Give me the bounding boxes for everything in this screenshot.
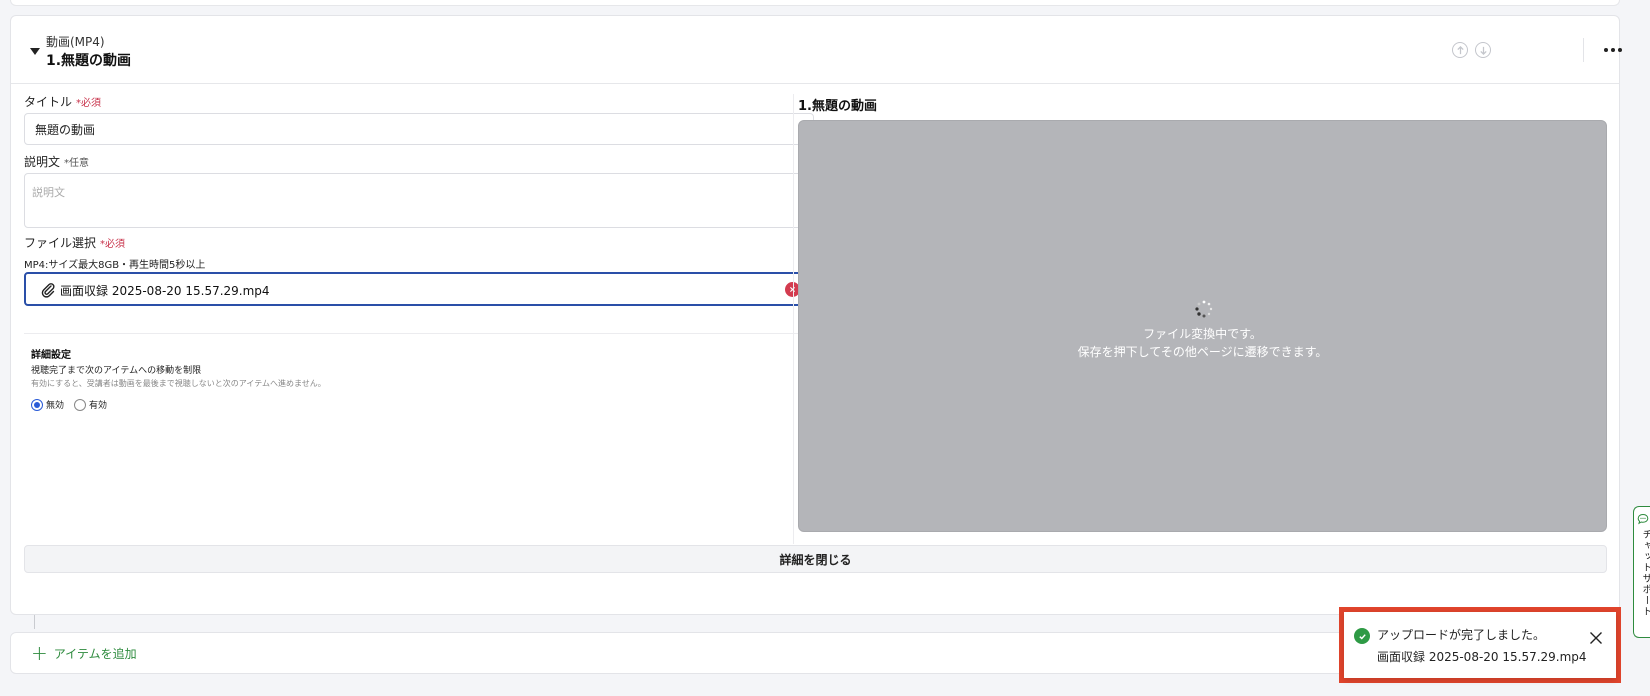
required-mark: *必須 [100,239,126,250]
collapse-caret-icon[interactable] [30,48,40,55]
chat-support-label: チャットサポート [1640,529,1650,617]
conversion-status-line2: 保存を押下してその他ページに遷移できます。 [1077,345,1328,359]
plus-icon: + [31,641,48,665]
move-up-icon[interactable] [1452,42,1468,58]
item-title: 1.無題の動画 [46,53,132,69]
advanced-settings-description: 有効にすると、受講者は動画を最後まで視聴しないと次のアイテムへ進めません。 [31,379,326,388]
loading-spinner-icon [1195,300,1213,318]
section-divider [24,333,814,334]
previous-card-edge [10,0,1620,6]
upload-complete-toast: アップロードが完了しました。 画面収録 2025-08-20 15.57.29.… [1344,612,1616,678]
selected-file-name: 画面収録 2025-08-20 15.57.29.mp4 [60,284,270,298]
description-label-text: 説明文 [24,155,61,169]
radio-button-selected[interactable] [31,398,43,411]
advanced-settings-subtitle: 視聴完了まで次のアイテムへの移動を制限 [31,366,202,376]
conversion-status-line1: ファイル変換中です。 [1143,327,1262,341]
add-item-label: アイテムを追加 [53,646,137,661]
chat-bubble-icon [1637,513,1649,525]
description-textarea[interactable]: 説明文 [24,173,814,228]
radio-label-disabled: 無効 [46,401,65,411]
optional-mark: *任意 [64,158,90,169]
required-mark: *必須 [76,98,102,109]
title-label-text: タイトル [24,95,73,109]
file-hint: MP4:サイズ最大8GB・再生時間5秒以上 [24,260,206,271]
close-icon[interactable] [1589,631,1603,645]
conversion-status: ファイル変換中です。 保存を押下してその他ページに遷移できます。 [799,325,1606,361]
toast-message: アップロードが完了しました。 [1377,628,1546,642]
video-preview: ファイル変換中です。 保存を押下してその他ページに遷移できます。 [798,120,1607,532]
restriction-radio-group: 無効 有効 [31,398,111,411]
item-card-header[interactable]: 動画(MP4) 1.無題の動画 [11,16,1622,84]
description-field-label: 説明文 *任意 [24,153,89,170]
column-divider [793,94,794,544]
more-options-icon[interactable] [1601,41,1625,59]
move-down-icon[interactable] [1475,42,1491,58]
header-divider [1583,38,1584,62]
close-details-button[interactable]: 詳細を閉じる [24,545,1607,573]
paperclip-icon [41,283,55,298]
item-card: 動画(MP4) 1.無題の動画 タイトル*必須 説明文*任意 説明文 ファイル選… [10,15,1622,615]
radio-label-enabled: 有効 [89,401,108,411]
advanced-settings-title: 詳細設定 [31,350,71,361]
success-check-icon [1354,628,1370,644]
add-item-button[interactable]: + アイテムを追加 [31,641,137,665]
title-input[interactable] [24,113,814,145]
file-field-label: ファイル選択 *必須 [24,234,125,251]
connector-line [34,615,35,629]
title-field-label: タイトル *必須 [24,93,101,110]
item-type-label: 動画(MP4) [46,35,105,49]
radio-enabled-option[interactable]: 有効 [74,398,107,411]
file-label-text: ファイル選択 [24,236,97,250]
file-select-box[interactable]: 画面収録 2025-08-20 15.57.29.mp4 [24,272,814,306]
toast-file-name: 画面収録 2025-08-20 15.57.29.mp4 [1377,650,1587,664]
radio-button[interactable] [74,398,87,411]
chat-support-tab[interactable]: チャットサポート [1633,506,1650,638]
radio-disabled-option[interactable]: 無効 [31,398,64,411]
preview-title: 1.無題の動画 [798,99,877,114]
